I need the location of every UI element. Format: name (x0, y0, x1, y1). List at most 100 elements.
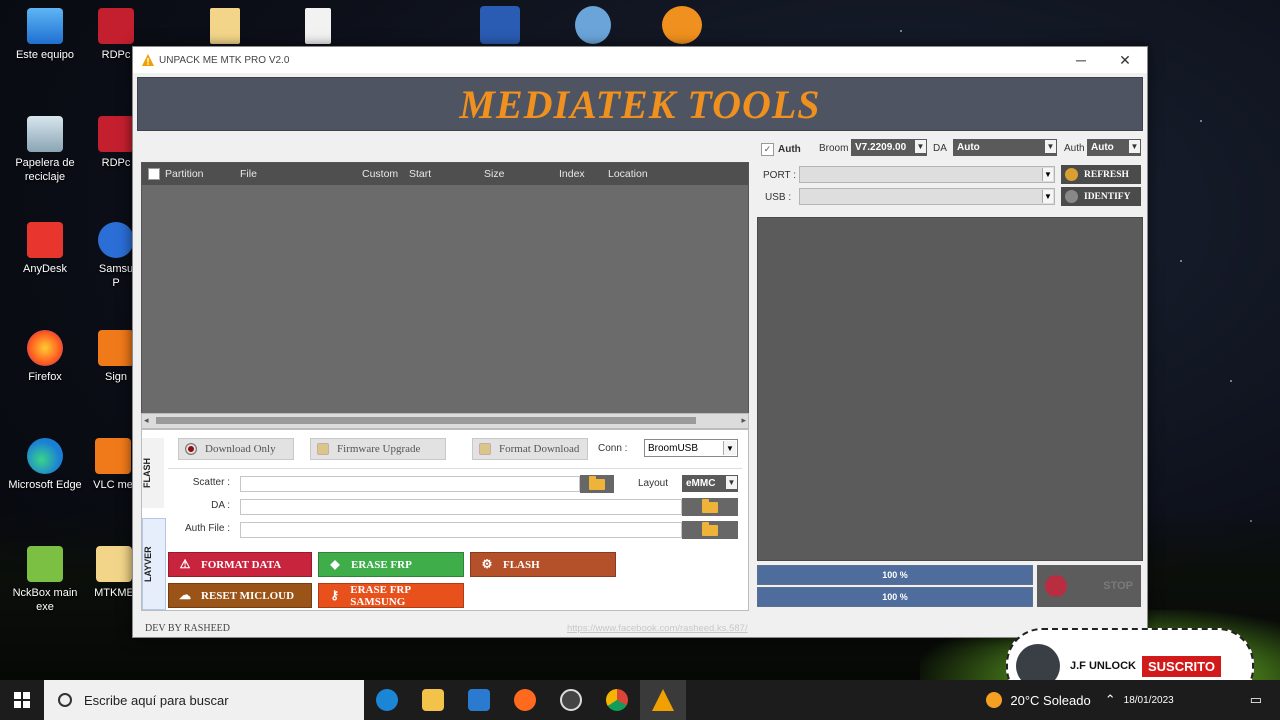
warning-icon (652, 689, 674, 711)
erase-frp-button[interactable]: ◆ ERASE FRP (318, 552, 464, 577)
close-button[interactable]: ✕ (1103, 47, 1147, 73)
taskbar-unpackme[interactable] (640, 680, 686, 720)
mode-format-download[interactable]: Format Download (472, 438, 588, 460)
table-scrollbar[interactable]: ◂ ▸ (141, 413, 749, 429)
desktop-icon-papelera[interactable]: Papelera de reciclaje (3, 116, 87, 184)
taskbar-chrome[interactable] (594, 680, 640, 720)
layout-label: Layout (638, 478, 669, 489)
reset-micloud-button[interactable]: ☁ RESET MICLOUD (168, 583, 312, 608)
radio-icon (317, 443, 329, 455)
taskbar-app[interactable] (548, 680, 594, 720)
clock-icon (560, 689, 582, 711)
scroll-right-icon[interactable]: ▸ (741, 415, 746, 426)
flash-button[interactable]: ⚙ FLASH (470, 552, 616, 577)
minimize-button[interactable]: ─ (1059, 47, 1103, 73)
desktop-icon-este-equipo[interactable]: Este equipo (3, 8, 87, 62)
da-browse-button[interactable] (682, 498, 738, 516)
auth-file-label: Auth File : (184, 523, 230, 534)
key-icon[interactable] (575, 6, 611, 44)
taskbar-edge[interactable] (364, 680, 410, 720)
col-custom[interactable]: Custom (362, 168, 398, 180)
taskbar-mail[interactable] (456, 680, 502, 720)
refresh-button[interactable]: REFRESH (1061, 165, 1141, 184)
mode-download-only[interactable]: Download Only (178, 438, 294, 460)
auth-file-field[interactable] (240, 522, 682, 538)
chevron-up-icon[interactable]: ⌃ (1105, 692, 1116, 708)
key-icon: ⚷ (330, 588, 340, 602)
folder-icon (702, 521, 718, 536)
da-mode-label: DA (933, 143, 947, 154)
scroll-thumb[interactable] (156, 417, 696, 424)
col-start[interactable]: Start (409, 168, 431, 180)
taskbar-explorer[interactable] (410, 680, 456, 720)
layout-select[interactable]: eMMC ▼ (682, 475, 738, 492)
cloud-icon: ☁ (179, 588, 191, 602)
port-select[interactable]: ▼ (799, 166, 1055, 183)
progress-bar-1: 100 % (757, 565, 1033, 585)
warning-icon: ⚠ (179, 557, 191, 571)
system-tray: 20°C Soleado ⌃ 18/01/2023 ▭ (986, 692, 1280, 708)
col-index[interactable]: Index (559, 168, 585, 180)
da-field[interactable] (240, 499, 682, 515)
auth-mode-select[interactable]: Auto ▼ (1087, 139, 1141, 156)
col-partition[interactable]: Partition (165, 168, 204, 180)
desktop-icon-nckbox[interactable]: NckBox main exe (3, 546, 87, 614)
identify-button[interactable]: IDENTIFY (1061, 187, 1141, 206)
samsung-icon (98, 222, 134, 258)
format-data-button[interactable]: ⚠ FORMAT DATA (168, 552, 312, 577)
banner: MEDIATEK TOOLS (137, 77, 1143, 131)
vlc-icon (95, 438, 131, 474)
notification-icon[interactable]: ▭ (1250, 692, 1262, 708)
facebook-link[interactable]: https://www.facebook.com/rasheed.ks.587/ (567, 623, 748, 634)
usb-label: USB : (765, 192, 792, 203)
weather-text[interactable]: 20°C Soleado (1010, 693, 1090, 708)
document-icon[interactable] (305, 8, 331, 44)
log-output[interactable] (757, 217, 1143, 561)
stop-button[interactable]: STOP (1037, 565, 1141, 607)
usb-select[interactable]: ▼ (799, 188, 1055, 205)
col-size[interactable]: Size (484, 168, 504, 180)
taskbar-search[interactable]: Escribe aquí para buscar (44, 680, 364, 720)
partition-table[interactable]: Partition File Custom Start Size Index L… (141, 162, 749, 432)
chevron-down-icon: ▼ (915, 140, 926, 153)
scatter-field[interactable] (240, 476, 580, 492)
scroll-left-icon[interactable]: ◂ (144, 415, 149, 426)
desktop-icon-vlc[interactable]: VLC me (90, 438, 136, 492)
broom-select[interactable]: V7.2209.00 ▼ (851, 139, 927, 156)
auth-checkbox[interactable]: ✓ Auth (761, 143, 801, 156)
chrome-icon (606, 689, 628, 711)
taskbar: Escribe aquí para buscar 20°C Soleado ⌃ … (0, 680, 1280, 720)
rdp-icon (98, 8, 134, 44)
taskbar-firefox[interactable] (502, 680, 548, 720)
warning-icon (142, 54, 154, 66)
da-label: DA : (211, 500, 230, 511)
tab-flash[interactable]: FLASH (142, 438, 164, 508)
developer-credit: DEV BY RASHEED (145, 623, 231, 634)
banner-title: MEDIATEK TOOLS (459, 81, 821, 127)
select-all-checkbox[interactable] (148, 168, 160, 180)
auth-mode-label: Auth (1064, 143, 1085, 154)
da-mode-select[interactable]: Auto ▼ (953, 139, 1057, 156)
desktop-icon-anydesk[interactable]: AnyDesk (3, 222, 87, 276)
search-icon (58, 693, 72, 707)
scatter-browse-button[interactable] (580, 475, 614, 493)
conn-select[interactable]: BroomUSB ▼ (644, 439, 738, 457)
erase-frp-samsung-button[interactable]: ⚷ ERASE FRP SAMSUNG (318, 583, 464, 608)
flash-panel: FLASH LAYVER Download Only Firmware Upgr… (141, 429, 749, 611)
title-bar: UNPACK ME MTK PRO V2.0 ─ ✕ (133, 47, 1147, 73)
desktop-icon-firefox[interactable]: Firefox (3, 330, 87, 384)
mode-firmware-upgrade[interactable]: Firmware Upgrade (310, 438, 446, 460)
col-location[interactable]: Location (608, 168, 648, 180)
tab-other[interactable]: LAYVER (142, 518, 166, 610)
tool-icon[interactable] (662, 6, 702, 44)
desktop-icon-mtkme[interactable]: MTKME (92, 546, 136, 600)
col-file[interactable]: File (240, 168, 257, 180)
desktop-icon-edge[interactable]: Microsoft Edge (3, 438, 87, 492)
tray-date[interactable]: 18/01/2023 (1124, 695, 1174, 706)
app-icon[interactable] (480, 6, 520, 44)
auth-browse-button[interactable] (682, 521, 738, 539)
recycle-bin-icon (27, 116, 63, 152)
start-button[interactable] (0, 680, 44, 720)
folder-icon[interactable] (210, 8, 240, 44)
chevron-down-icon: ▼ (1042, 168, 1053, 181)
